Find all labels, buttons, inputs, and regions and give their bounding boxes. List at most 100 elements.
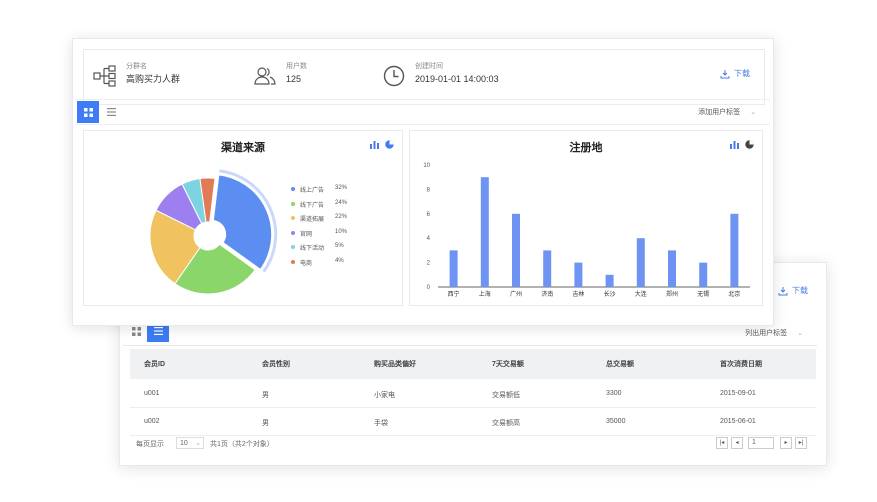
x-tick-label: 广州 xyxy=(510,290,522,298)
legend-swatch xyxy=(291,216,295,220)
bar[interactable] xyxy=(699,262,708,287)
chevron-down-icon: ⌄ xyxy=(195,440,201,447)
first-page-icon: |◂ xyxy=(719,440,725,446)
legend-percent: 5% xyxy=(335,243,344,249)
download-label: 下载 xyxy=(734,69,750,78)
legend-name: 线下活动 xyxy=(300,246,325,252)
chevron-down-icon: ⌄ xyxy=(797,330,803,337)
channel-source-panel: 渠道来源 线上广告 32% 线下广告 24% 渠道拓展 22% 官网 10% 线下活动 5… xyxy=(83,130,403,306)
bar[interactable] xyxy=(512,213,520,287)
created-label: 创建时间 xyxy=(415,63,443,70)
grid-icon xyxy=(131,326,141,336)
x-tick-label: 大连 xyxy=(635,290,647,298)
table-cell: u002 xyxy=(144,418,160,425)
first-page-button[interactable]: |◂ xyxy=(716,437,728,449)
page-summary: 共1页（共2个对象） xyxy=(210,441,274,448)
bar[interactable] xyxy=(636,238,645,287)
table-cell: 35000 xyxy=(606,418,626,425)
bar[interactable] xyxy=(605,274,614,287)
users-icon xyxy=(254,67,276,85)
y-tick-label: 0 xyxy=(427,285,431,291)
table-cell: 手袋 xyxy=(374,420,388,427)
download-button-back[interactable]: 下载 xyxy=(778,285,808,296)
legend-name: 渠道拓展 xyxy=(300,217,325,223)
legend-percent: 4% xyxy=(335,257,344,264)
table-cell: 2015-09-01 xyxy=(720,390,756,397)
table-row[interactable]: u002 男 手袋 交易额高 35000 2015-06-01 xyxy=(130,407,816,436)
download-icon xyxy=(778,286,788,295)
legend-percent: 24% xyxy=(335,199,348,206)
legend-swatch xyxy=(291,259,295,264)
last-page-button[interactable]: ▸| xyxy=(795,437,807,449)
table-cell: u001 xyxy=(144,390,160,397)
y-tick-label: 10 xyxy=(423,163,430,169)
column-header[interactable]: 7天交易额 xyxy=(492,359,524,369)
legend-swatch xyxy=(291,230,295,235)
table-cell: 交易额低 xyxy=(492,392,520,399)
current-page: 1 xyxy=(752,439,756,446)
column-header[interactable]: 首次消费日期 xyxy=(720,359,762,369)
y-tick-label: 6 xyxy=(427,212,431,218)
x-tick-label: 无锡 xyxy=(697,290,709,298)
user-count-value: 125 xyxy=(286,74,302,84)
column-header[interactable]: 总交易额 xyxy=(606,359,634,369)
bar[interactable] xyxy=(449,250,458,287)
chevron-down-icon: ⌄ xyxy=(750,109,756,116)
y-tick-label: 2 xyxy=(427,261,431,267)
per-page-label: 每页显示 xyxy=(136,441,164,448)
table-cell: 小家电 xyxy=(374,392,395,399)
page-number-input[interactable]: 1 xyxy=(748,437,774,449)
x-tick-label: 郑州 xyxy=(666,290,678,298)
column-header[interactable]: 购买品类偏好 xyxy=(374,359,416,369)
segment-info-bar: 分群名 高购买力人群 用户数 125 创建时间 2019-01-01 14:00… xyxy=(83,49,765,105)
page-size-select[interactable]: 10 ⌄ xyxy=(176,437,204,449)
legend-percent: 22% xyxy=(335,214,348,220)
bar[interactable] xyxy=(574,262,583,287)
download-icon xyxy=(720,69,730,78)
legend-name: 电商 xyxy=(300,260,313,267)
table-cell: 男 xyxy=(262,392,269,399)
table-row[interactable]: u001 男 小家电 交易额低 3300 2015-09-01 xyxy=(130,379,816,408)
add-tag-dropdown[interactable]: 添加用户标签 ⌄ xyxy=(698,107,756,117)
legend-percent: 32% xyxy=(335,185,348,191)
last-page-icon: ▸| xyxy=(798,440,804,446)
hierarchy-icon xyxy=(93,65,116,87)
legend-name: 线下广告 xyxy=(300,202,325,209)
prev-page-button[interactable]: ◂ xyxy=(731,437,743,449)
legend-name: 官网 xyxy=(300,231,313,238)
next-page-button[interactable]: ▸ xyxy=(780,437,792,449)
legend-percent: 10% xyxy=(335,228,348,235)
group-name-label: 分群名 xyxy=(126,63,147,70)
bar[interactable] xyxy=(730,213,739,287)
pie-chart xyxy=(149,169,278,295)
pagination: 每页显示 10 ⌄ 共1页（共2个对象） |◂ ◂ 1 ▸ ▸| xyxy=(130,435,816,455)
prev-page-icon: ◂ xyxy=(735,440,739,446)
table-cell: 男 xyxy=(262,420,269,427)
table-cell: 2015-06-01 xyxy=(720,418,756,425)
user-count-label: 用户数 xyxy=(286,63,307,70)
segment-detail-card: 分群名 高购买力人群 用户数 125 创建时间 2019-01-01 14:00… xyxy=(72,38,774,326)
list-tag-dropdown[interactable]: 列出用户标签 ⌄ xyxy=(745,328,803,338)
list-view-button[interactable] xyxy=(100,101,122,123)
x-tick-label: 西宁 xyxy=(448,290,460,298)
y-tick-label: 8 xyxy=(427,187,431,193)
grid-view-button[interactable] xyxy=(77,101,99,123)
list-icon xyxy=(153,327,163,335)
bar[interactable] xyxy=(543,250,552,287)
y-tick-label: 4 xyxy=(427,236,431,242)
download-button[interactable]: 下载 xyxy=(720,68,750,79)
bar[interactable] xyxy=(668,250,676,287)
bar-chart: 0 2 4 6 8 10 西宁 上海 广州 济南 吉林 长沙 大连 郑州 无锡 北京 xyxy=(423,163,750,298)
registration-region-panel: 注册地 0 2 4 6 8 10 西宁 上海 广州 济南 吉林 长沙 大连 郑州 无锡 北京 xyxy=(409,130,763,306)
chart-toolbar: 添加用户标签 ⌄ xyxy=(76,99,770,125)
bar[interactable] xyxy=(480,177,489,287)
page-size-value: 10 xyxy=(180,440,188,447)
list-tag-label: 列出用户标签 xyxy=(745,330,788,337)
column-header[interactable]: 会员ID xyxy=(144,359,165,369)
legend-swatch xyxy=(291,187,295,191)
table-cell: 交易额高 xyxy=(492,420,520,427)
clock-icon xyxy=(383,65,405,87)
column-header[interactable]: 会员性别 xyxy=(262,359,290,369)
legend-swatch xyxy=(291,245,295,249)
add-tag-label: 添加用户标签 xyxy=(698,109,741,116)
